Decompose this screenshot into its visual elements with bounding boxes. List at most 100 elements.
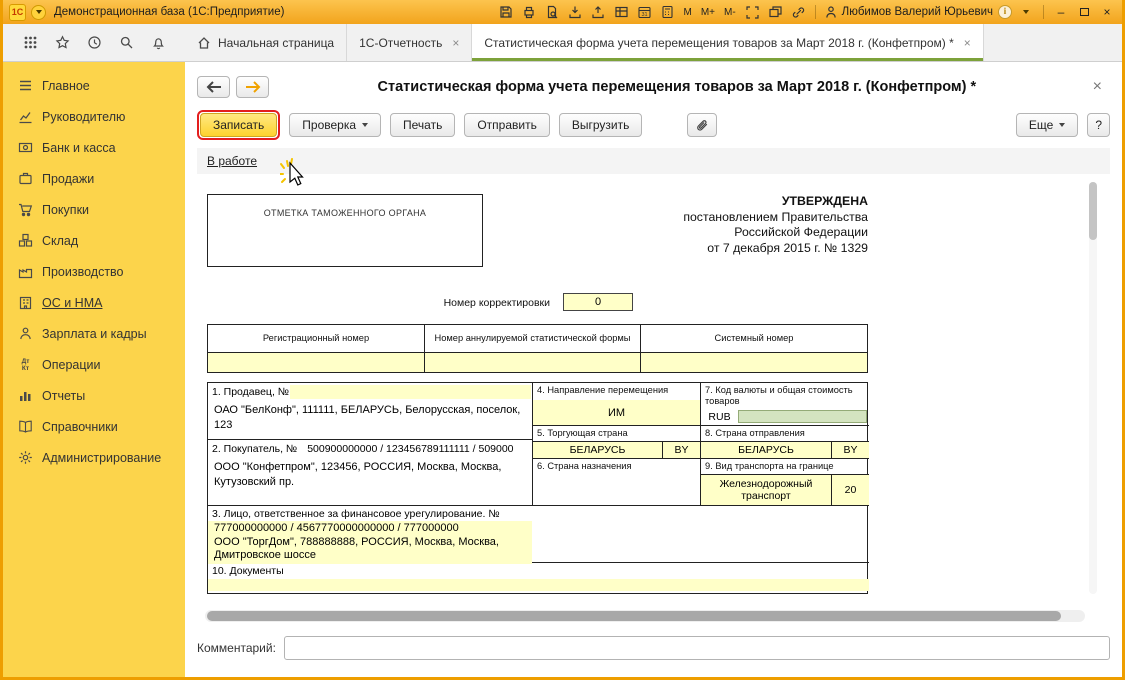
memory-minus-button[interactable]: M- — [722, 7, 738, 18]
correction-number-field[interactable]: 0 — [563, 293, 633, 311]
main-menu-button[interactable] — [31, 4, 46, 20]
save-button[interactable]: Записать — [200, 113, 278, 137]
comment-label: Комментарий: — [197, 641, 276, 655]
goods-value-field[interactable] — [738, 410, 867, 423]
forward-button[interactable] — [236, 76, 269, 98]
sidebar-item-operations[interactable]: Дт Кт Операции — [3, 349, 185, 380]
calculator-icon[interactable] — [658, 3, 676, 21]
memory-plus-button[interactable]: M+ — [699, 7, 717, 18]
buyer-number[interactable]: 500900000000 / 123456789111111 / 509000 — [307, 443, 513, 455]
print-preview-icon[interactable] — [543, 3, 561, 21]
horizontal-scrollbar-thumb[interactable] — [207, 611, 1061, 621]
sidebar-item-production[interactable]: Производство — [3, 256, 185, 287]
annulled-form-number-field[interactable] — [425, 352, 640, 372]
export-icon[interactable] — [589, 3, 607, 21]
send-button[interactable]: Отправить — [464, 113, 550, 137]
minimize-button[interactable]: – — [1052, 5, 1070, 19]
memory-m-button[interactable]: M — [681, 7, 693, 18]
destination-country-label: 6. Страна назначения — [537, 461, 632, 471]
vertical-scrollbar-thumb[interactable] — [1089, 182, 1097, 240]
responsible-person-number: 777000000000 / 4567770000000000 / 777000… — [214, 522, 459, 534]
attachments-button[interactable] — [687, 113, 718, 137]
check-button[interactable]: Проверка — [289, 113, 382, 137]
direction-field[interactable]: ИМ — [533, 400, 700, 426]
page-title: Статистическая форма учета перемещения т… — [377, 79, 977, 95]
comment-input[interactable] — [283, 636, 1110, 660]
sidebar-item-administration[interactable]: Администрирование — [3, 442, 185, 473]
registration-number-field[interactable] — [208, 352, 424, 372]
tab-1c-reporting[interactable]: 1С-Отчетность × — [347, 24, 473, 61]
dropdown-arrow-icon — [1059, 123, 1066, 127]
responsible-person-field[interactable]: 777000000000 / 4567770000000000 / 777000… — [208, 521, 532, 564]
transport-field[interactable]: Железнодорожный транспорт 20 — [701, 474, 869, 505]
save-icon[interactable] — [497, 3, 515, 21]
user-icon — [825, 6, 836, 18]
upload-button[interactable]: Выгрузить — [558, 113, 643, 137]
system-number-field[interactable] — [641, 352, 867, 372]
sidebar-item-purchases[interactable]: Покупки — [3, 194, 185, 225]
favorites-icon[interactable] — [51, 32, 73, 54]
maximize-button[interactable] — [1075, 5, 1093, 19]
sidebar-item-manager[interactable]: Руководителю — [3, 101, 185, 132]
help-button[interactable]: ? — [1087, 113, 1110, 137]
content-area: Статистическая форма учета перемещения т… — [185, 62, 1122, 677]
history-icon[interactable] — [83, 32, 105, 54]
apps-grid-icon[interactable] — [19, 32, 41, 54]
documents-field[interactable] — [208, 579, 869, 591]
buyer-text[interactable]: ООО "Конфетпром", 123456, РОССИЯ, Москва… — [208, 458, 532, 489]
form-toolbar: Записать Проверка Печать Отправить Выгру… — [185, 102, 1122, 146]
direction-label: 4. Направление перемещения — [537, 385, 669, 395]
close-tab-icon[interactable]: × — [964, 36, 971, 50]
trading-country-field[interactable]: БЕЛАРУСЬ BY — [533, 441, 700, 459]
book-icon — [18, 419, 33, 434]
info-icon[interactable]: i — [998, 5, 1012, 19]
seller-text[interactable]: ОАО "БелКонф", 111111, БЕЛАРУСЬ, Белорус… — [208, 401, 532, 432]
sidebar-item-payroll-hr[interactable]: Зарплата и кадры — [3, 318, 185, 349]
paperclip-icon — [697, 120, 708, 131]
sidebar-item-bank-cash[interactable]: Банк и касса — [3, 132, 185, 163]
window-title: Демонстрационная база (1С:Предприятие) — [54, 6, 285, 18]
import-icon[interactable] — [566, 3, 584, 21]
titlebar: 1С Демонстрационная база (1С:Предприятие… — [3, 0, 1122, 24]
sidebar-item-reports[interactable]: Отчеты — [3, 380, 185, 411]
close-window-button[interactable]: × — [1098, 5, 1116, 19]
banknote-icon — [18, 140, 33, 155]
tab-home[interactable]: Начальная страница — [185, 24, 348, 61]
status-link[interactable]: В работе — [207, 154, 257, 168]
briefcase-icon — [18, 171, 33, 186]
factory-icon — [18, 264, 33, 279]
horizontal-scrollbar[interactable] — [205, 610, 1085, 622]
quick-panel — [3, 24, 185, 61]
departure-country-field[interactable]: БЕЛАРУСЬ BY — [701, 441, 869, 459]
close-form-button[interactable]: × — [1085, 78, 1110, 96]
notifications-icon[interactable] — [147, 32, 169, 54]
debit-credit-icon: Дт Кт — [21, 357, 30, 372]
main-form-table: 1. Продавец, № ОАО "БелКонф", 111111, БЕ… — [207, 382, 869, 594]
chevron-down-icon[interactable] — [1017, 3, 1035, 21]
close-tab-icon[interactable]: × — [452, 36, 459, 50]
search-icon[interactable] — [115, 32, 137, 54]
current-user[interactable]: Любимов Валерий Юрьевич — [824, 5, 993, 19]
windows-icon[interactable] — [766, 3, 784, 21]
vertical-scrollbar[interactable] — [1089, 182, 1097, 594]
person-icon — [18, 326, 33, 341]
link-icon[interactable] — [789, 3, 807, 21]
tab-statistical-form[interactable]: Статистическая форма учета перемещения т… — [472, 24, 984, 61]
sidebar-item-fixed-assets[interactable]: ОС и НМА — [3, 287, 185, 318]
documents-label: 10. Документы — [212, 565, 284, 577]
sidebar-item-warehouse[interactable]: Склад — [3, 225, 185, 256]
sidebar-item-references[interactable]: Справочники — [3, 411, 185, 442]
calendar-icon[interactable]: 31 — [635, 3, 653, 21]
more-button[interactable]: Еще — [1015, 113, 1079, 137]
seller-field[interactable] — [290, 385, 531, 399]
print-button[interactable]: Печать — [390, 113, 456, 137]
back-button[interactable] — [197, 76, 230, 98]
print-icon[interactable] — [520, 3, 538, 21]
sidebar-item-sales[interactable]: Продажи — [3, 163, 185, 194]
chart-line-icon — [18, 109, 33, 124]
table-icon[interactable] — [612, 3, 630, 21]
1c-logo: 1С — [9, 3, 26, 21]
fullscreen-icon[interactable] — [743, 3, 761, 21]
statistical-form-document: ОТМЕТКА ТАМОЖЕННОГО ОРГАНА УТВЕРЖДЕНА по… — [197, 180, 1097, 624]
sidebar-item-main[interactable]: Главное — [3, 70, 185, 101]
